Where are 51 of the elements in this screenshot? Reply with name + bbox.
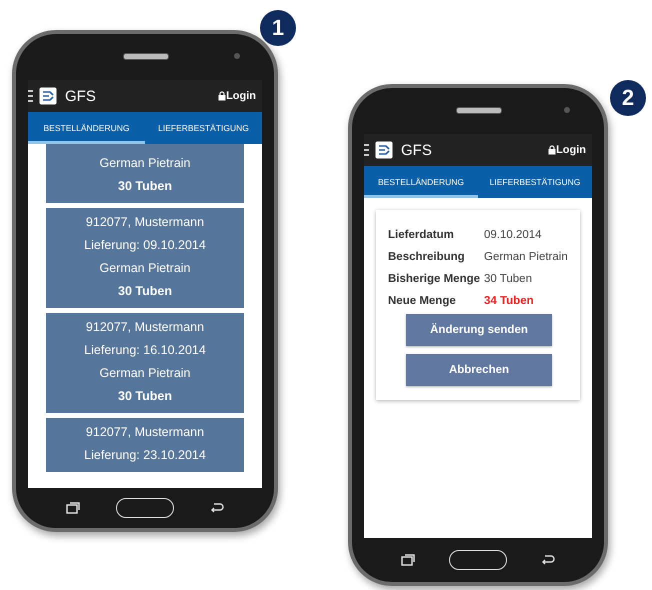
order-quantity: 30 Tuben: [117, 388, 173, 405]
camera-dot: [564, 107, 570, 113]
tab[interactable]: BESTELLÄNDERUNG: [364, 166, 478, 198]
detail-value: German Pietrain: [484, 250, 568, 265]
detail-label: Beschreibung: [388, 250, 466, 265]
order-card[interactable]: 912077, Mustermann Lieferung: 23.10.2014: [46, 418, 244, 472]
recent-apps-icon[interactable]: [401, 554, 415, 566]
cancel-button[interactable]: Abbrechen: [406, 354, 552, 386]
order-text: 912077, Mustermann: [84, 424, 206, 441]
detail-label: Bisherige Menge: [388, 272, 482, 287]
home-button[interactable]: [449, 550, 507, 570]
order-text: German Pietrain: [98, 365, 192, 382]
back-icon[interactable]: [541, 555, 555, 565]
order-card[interactable]: 912077, Mustermann Lieferung: 09.10.2014 German Pietrain 30 Tuben: [46, 208, 244, 308]
order-text: German Pietrain: [98, 260, 192, 277]
step-badge: 2: [610, 80, 646, 116]
detail-value: 34 Tuben: [484, 294, 534, 309]
recent-apps-icon[interactable]: [66, 502, 80, 514]
order-text: 912077, Mustermann: [84, 319, 206, 336]
tab[interactable]: LIEFERBESTÄTIGUNG: [145, 112, 262, 144]
order-quantity: 30 Tuben: [117, 283, 173, 300]
camera-dot: [234, 53, 240, 59]
order-text: Lieferung: 23.10.2014: [83, 447, 207, 464]
order-text: German Pietrain: [98, 155, 192, 172]
app-title: GFS: [65, 88, 97, 104]
lock-icon: [548, 145, 556, 155]
detail-value: 30 Tuben: [484, 272, 532, 287]
lock-icon: [218, 91, 226, 101]
detail-label: Lieferdatum: [388, 228, 455, 243]
speaker-grille: [123, 53, 169, 60]
menu-icon[interactable]: [364, 144, 369, 156]
speaker-grille: [456, 107, 502, 114]
order-text: Lieferung: 09.10.2014: [83, 237, 207, 254]
logo-icon: [39, 87, 57, 105]
logo-icon: [375, 141, 393, 159]
detail-value: 09.10.2014: [484, 228, 542, 243]
detail-label: Neue Menge: [388, 294, 457, 309]
order-card[interactable]: German Pietrain 30 Tuben: [46, 144, 244, 203]
home-button[interactable]: [116, 498, 174, 518]
tab[interactable]: LIEFERBESTÄTIGUNG: [478, 166, 592, 198]
order-quantity: 30 Tuben: [117, 178, 173, 195]
step-badge: 1: [260, 10, 296, 46]
login-link[interactable]: Login: [226, 90, 256, 102]
order-text: 912077, Mustermann: [84, 214, 206, 231]
order-text: Lieferung: 16.10.2014: [83, 342, 207, 359]
send-button[interactable]: Änderung senden: [406, 314, 552, 346]
menu-icon[interactable]: [28, 90, 33, 102]
back-icon[interactable]: [210, 503, 224, 513]
order-card[interactable]: 912077, Mustermann Lieferung: 16.10.2014 German Pietrain 30 Tuben: [46, 313, 244, 413]
login-link[interactable]: Login: [556, 144, 586, 156]
app-title: GFS: [401, 142, 433, 158]
